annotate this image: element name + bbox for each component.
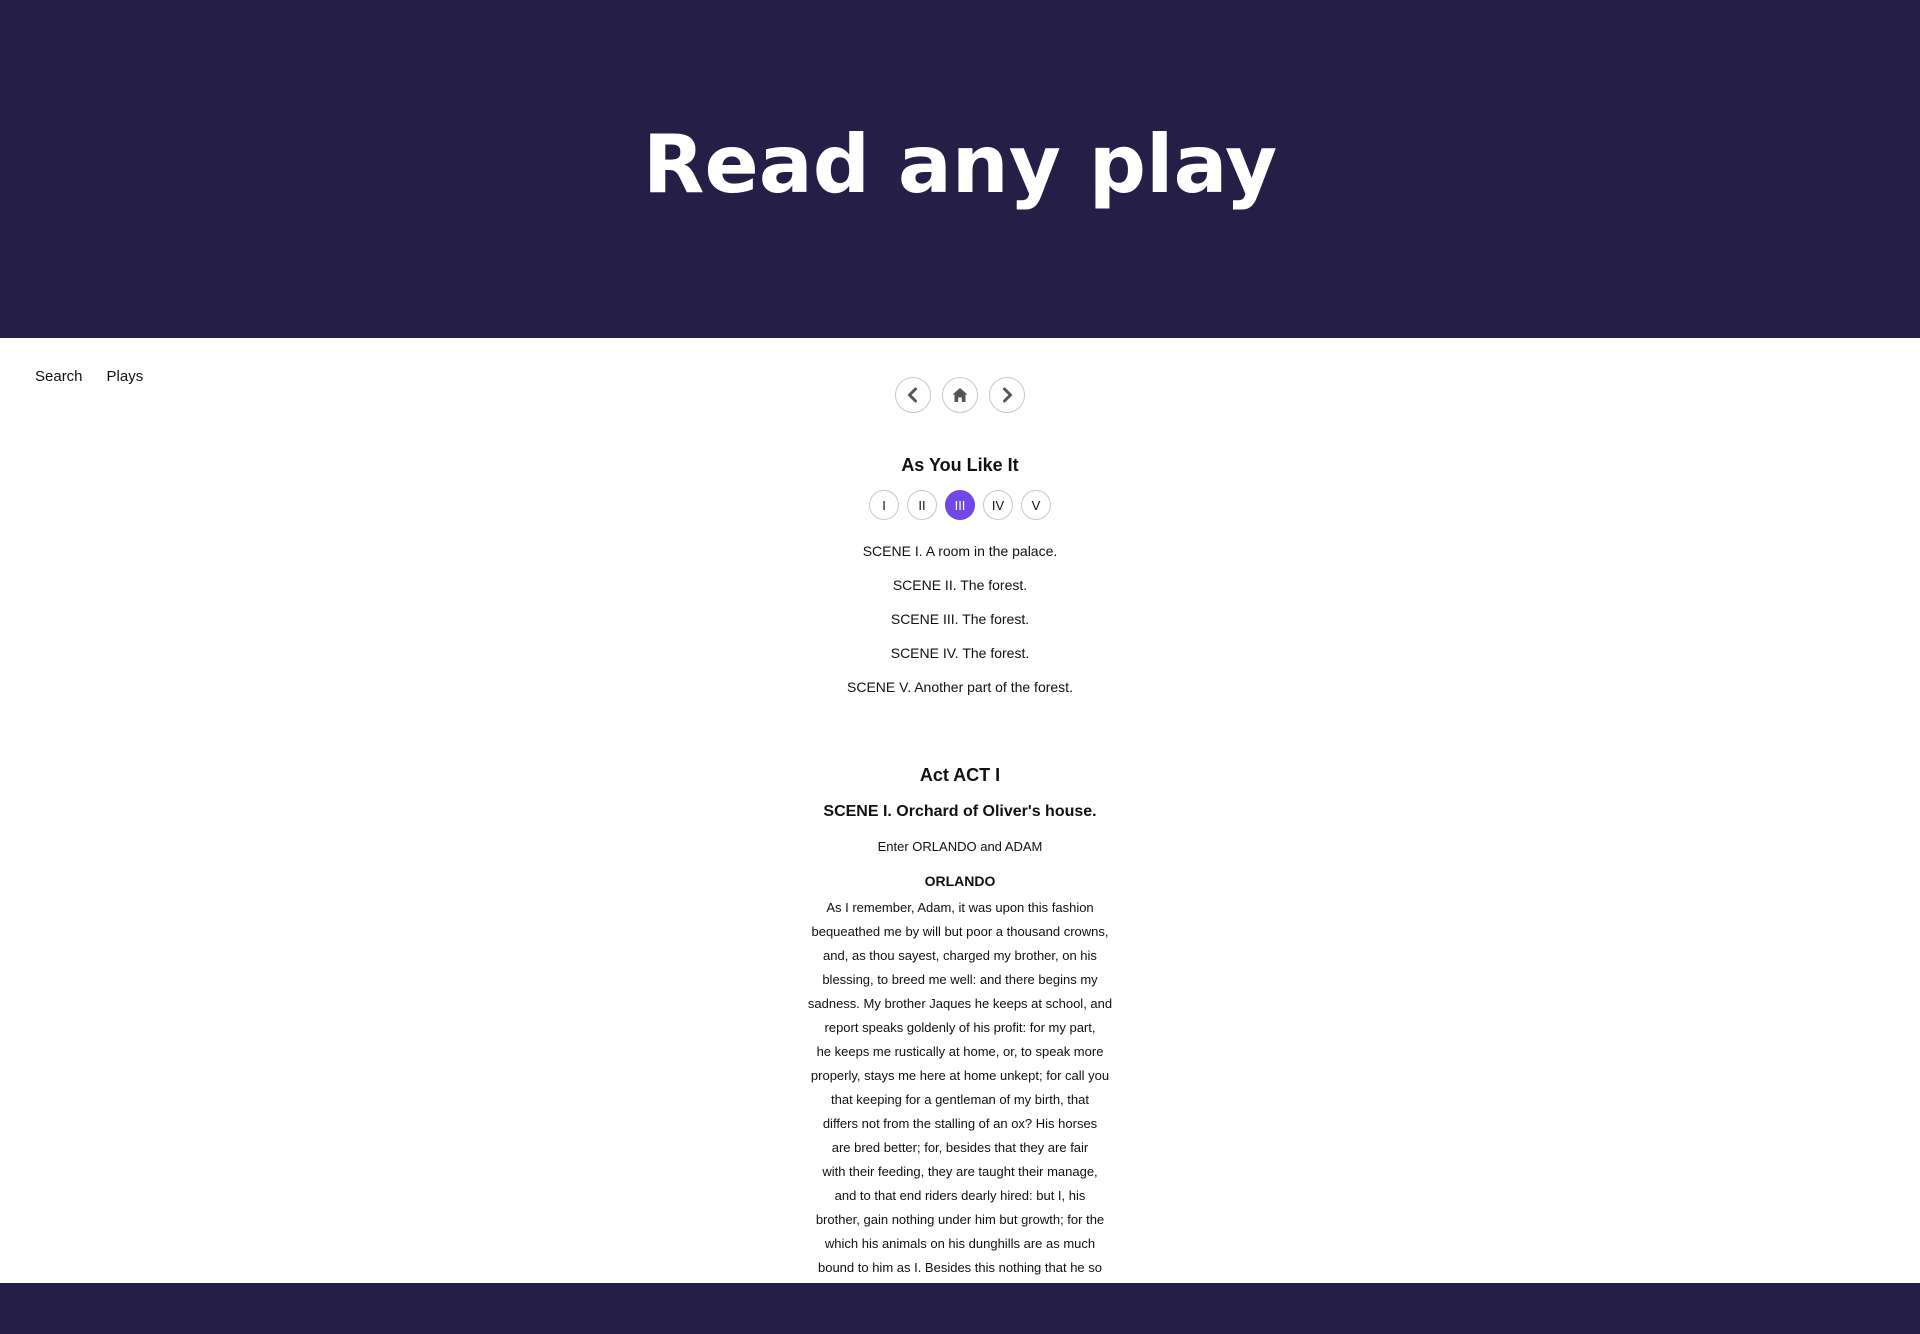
act-button-iii[interactable]: III — [945, 490, 975, 520]
scene-list: SCENE I. A room in the palace. SCENE II.… — [847, 534, 1073, 704]
home-icon — [952, 388, 968, 402]
speaker-name: ORLANDO — [924, 873, 996, 889]
speech-line: bound to him as I. Besides this nothing … — [817, 1260, 1102, 1275]
speech-line: and to that end riders dearly hired: but… — [834, 1188, 1086, 1203]
act-button-v[interactable]: V — [1021, 490, 1051, 520]
speech-line: sadness. My brother Jaques he keeps at s… — [807, 996, 1113, 1011]
next-button[interactable] — [989, 377, 1025, 413]
hero-banner: Read any play — [0, 0, 1920, 338]
speech-line: and, as thou sayest, charged my brother,… — [823, 948, 1097, 963]
chevron-right-icon — [1003, 387, 1012, 403]
speech-line: differs not from the stalling of an ox? … — [822, 1116, 1098, 1131]
scene-link[interactable]: SCENE IV. The forest. — [891, 636, 1030, 670]
scene-link[interactable]: SCENE V. Another part of the forest. — [847, 670, 1073, 704]
scene-link[interactable]: SCENE III. The forest. — [891, 602, 1029, 636]
speech-line: that keeping for a gentleman of my birth… — [831, 1092, 1089, 1107]
speech-text: As I remember, Adam, it was upon this fa… — [808, 896, 1112, 1280]
act-button-i[interactable]: I — [869, 490, 899, 520]
scene-link[interactable]: SCENE II. The forest. — [893, 568, 1027, 602]
speech-line: with their feeding, they are taught thei… — [822, 1164, 1098, 1179]
speech-line: As I remember, Adam, it was upon this fa… — [826, 900, 1094, 915]
play-title: As You Like It — [901, 455, 1019, 475]
speech-line: bequeathed me by will but poor a thousan… — [811, 924, 1109, 939]
act-selector: I II III IV V — [869, 490, 1051, 520]
speech-line: which his animals on his dunghills are a… — [824, 1236, 1096, 1251]
speech-line: are bred better; for, besides that they … — [831, 1140, 1089, 1155]
act-heading: Act ACT I — [919, 765, 1001, 785]
previous-button[interactable] — [895, 377, 931, 413]
scene-link[interactable]: SCENE I. A room in the palace. — [863, 534, 1058, 568]
speech-line: blessing, to breed me well: and there be… — [822, 972, 1098, 987]
chevron-left-icon — [908, 387, 917, 403]
speech-line: properly, stays me here at home unkept; … — [810, 1068, 1110, 1083]
scene-heading: SCENE I. Orchard of Oliver's house. — [823, 803, 1097, 820]
play-content: As You Like It I II III IV V SCENE I. A … — [0, 450, 1920, 1280]
speech-line: brother, gain nothing under him but grow… — [815, 1212, 1105, 1227]
speech-line: he keeps me rustically at home, or, to s… — [816, 1044, 1104, 1059]
navigation-buttons — [0, 377, 1920, 413]
speech-line: report speaks goldenly of his profit: fo… — [824, 1020, 1096, 1035]
home-button[interactable] — [942, 377, 978, 413]
act-button-ii[interactable]: II — [907, 490, 937, 520]
footer-bar — [0, 1283, 1920, 1334]
act-button-iv[interactable]: IV — [983, 490, 1013, 520]
hero-title: Read any play — [642, 117, 1278, 211]
stage-direction: Enter ORLANDO and ADAM — [877, 839, 1043, 854]
